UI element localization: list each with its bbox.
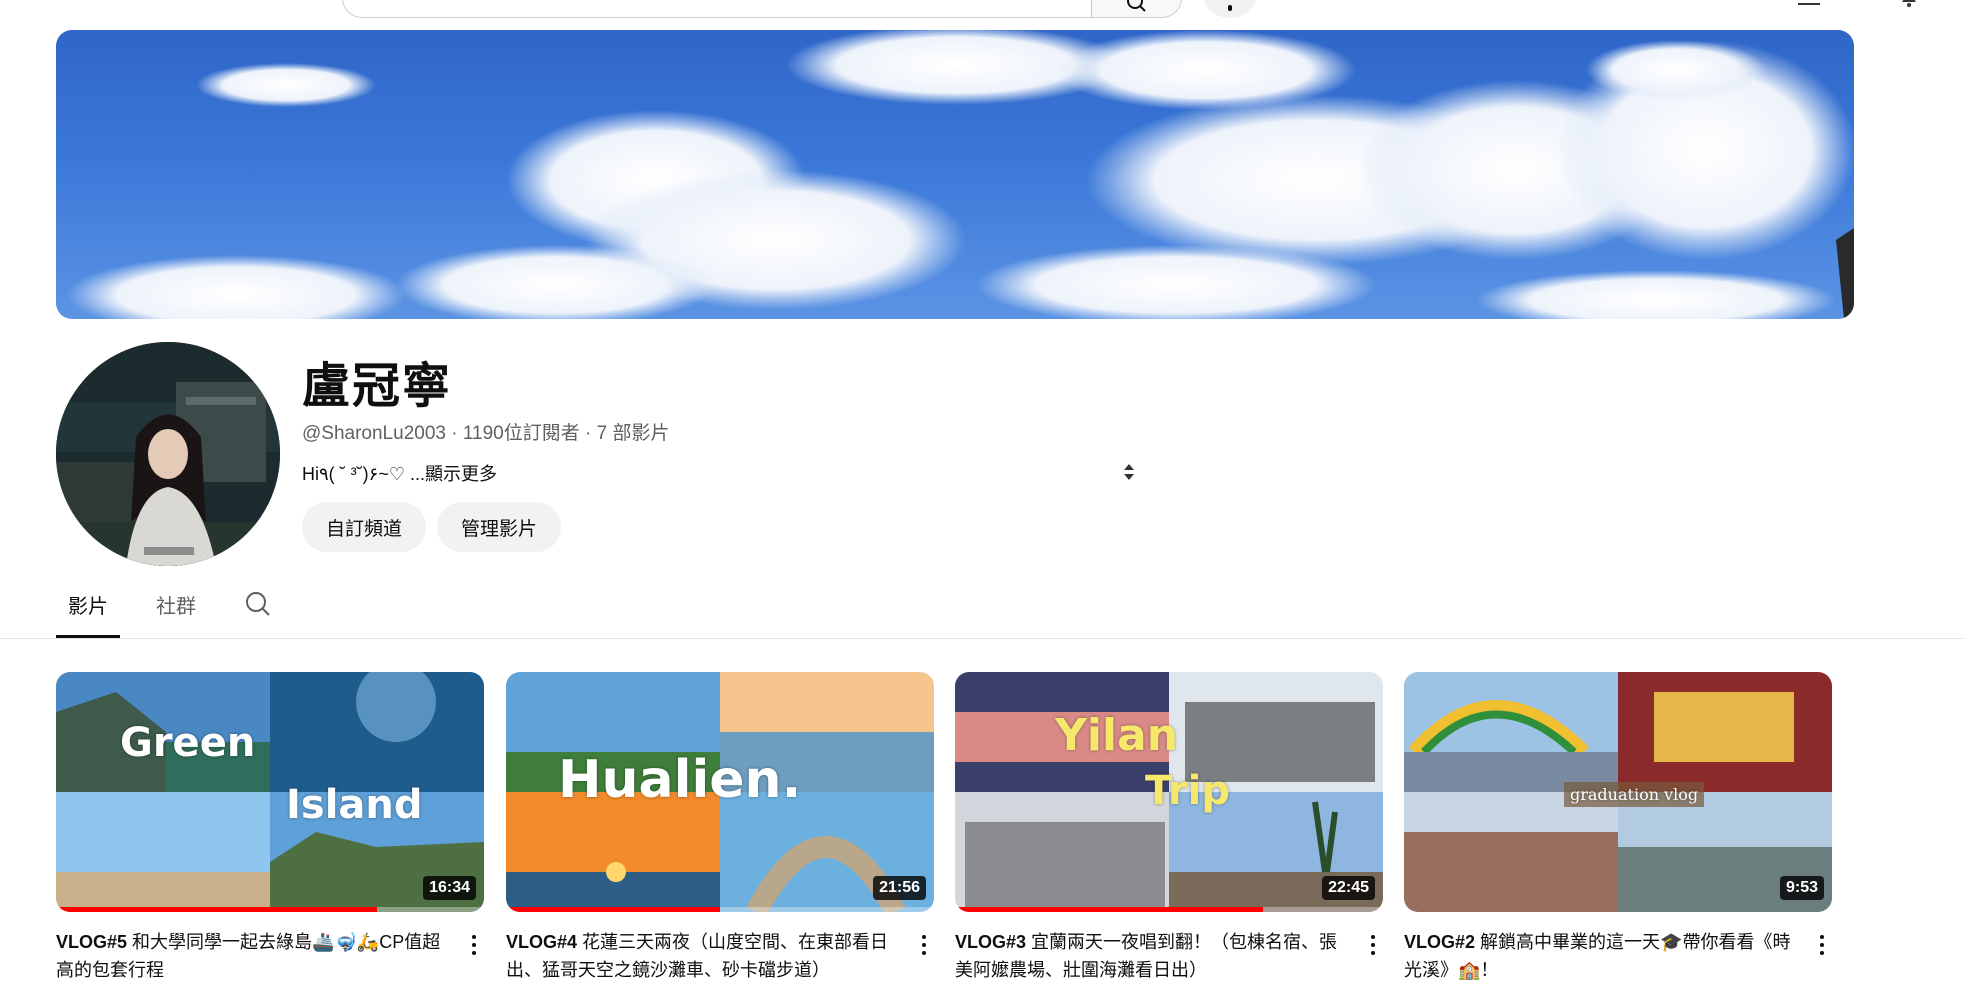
create-icon[interactable] xyxy=(1796,0,1822,8)
video-title[interactable]: VLOG#5 和大學同學一起去綠島🚢🤿🛵CP值超高的包套行程 xyxy=(56,928,456,984)
video-title[interactable]: VLOG#2 解鎖高中畢業的這一天🎓帶你看看《時光溪》🏫！ xyxy=(1404,928,1804,984)
voice-search-button[interactable] xyxy=(1204,0,1256,18)
channel-meta: @SharonLu2003 · 1190位訂閱者 · 7 部影片 xyxy=(302,418,669,445)
video-title[interactable]: VLOG#3 宜蘭兩天一夜唱到翻！（包棟名宿、張美阿嬤農場、壯圍海灘看日出） xyxy=(955,928,1355,984)
manage-videos-button[interactable]: 管理影片 xyxy=(437,502,561,552)
tabs-divider xyxy=(0,638,1964,639)
description-text: Hi٩( ˘ ³˘)۶~♡ xyxy=(302,464,410,484)
video-duration: 16:34 xyxy=(423,876,476,900)
video-thumbnail[interactable]: Hualien. 21:56 xyxy=(506,672,934,912)
video-tag: VLOG#4 xyxy=(506,932,578,952)
channel-tabs: 影片 社群 xyxy=(56,578,292,638)
thumbnail-overlay-text: Island xyxy=(286,782,423,828)
mic-icon xyxy=(1228,5,1232,11)
sort-icon[interactable] xyxy=(1122,462,1136,482)
watch-progress-bar xyxy=(56,907,377,912)
tab-videos[interactable]: 影片 xyxy=(56,578,120,638)
more-vert-icon[interactable] xyxy=(912,930,936,960)
notifications-icon[interactable] xyxy=(1896,0,1922,8)
meta-separator: · xyxy=(579,423,597,444)
search-button[interactable] xyxy=(1091,0,1181,17)
channel-handle: @SharonLu2003 xyxy=(302,423,446,444)
video-tag: VLOG#2 xyxy=(1404,932,1476,952)
search-box[interactable] xyxy=(342,0,1182,18)
watch-progress-bar xyxy=(955,907,1264,912)
video-count: 7 部影片 xyxy=(596,423,670,444)
thumbnail-overlay-text: Green xyxy=(120,720,256,766)
video-thumbnail[interactable]: Green Island 16:34 xyxy=(56,672,484,912)
channel-name: 盧冠寧 xyxy=(302,358,453,414)
thumbnail-overlay-text: Trip xyxy=(1145,768,1230,814)
more-vert-icon[interactable] xyxy=(1810,930,1834,960)
tab-community[interactable]: 社群 xyxy=(144,578,208,638)
video-card[interactable]: Yilan Trip 22:45 VLOG#3 宜蘭兩天一夜唱到翻！（包棟名宿、… xyxy=(955,672,1385,984)
show-more-link[interactable]: ...顯示更多 xyxy=(410,464,497,484)
channel-banner xyxy=(56,30,1854,319)
video-duration: 9:53 xyxy=(1779,876,1824,900)
meta-separator: · xyxy=(445,423,463,444)
tab-search-icon xyxy=(246,592,270,616)
video-title[interactable]: VLOG#4 花蓮三天兩夜（山度空間、在東部看日出、猛哥天空之鏡沙灘車、砂卡礑步… xyxy=(506,928,906,984)
video-tag: VLOG#5 xyxy=(56,932,128,952)
avatar-photo xyxy=(56,342,280,566)
channel-description[interactable]: Hi٩( ˘ ³˘)۶~♡ ...顯示更多 xyxy=(302,460,497,486)
video-tag: VLOG#3 xyxy=(955,932,1027,952)
video-duration: 22:45 xyxy=(1322,876,1375,900)
thumbnail-overlay-text: graduation vlog xyxy=(1564,782,1705,807)
search-icon xyxy=(1126,0,1146,12)
video-duration: 21:56 xyxy=(873,876,926,900)
video-card[interactable]: Hualien. 21:56 VLOG#4 花蓮三天兩夜（山度空間、在東部看日出… xyxy=(506,672,936,984)
subscriber-count: 1190位訂閱者 xyxy=(462,423,580,444)
tab-search-button[interactable] xyxy=(232,578,270,638)
sky-clouds-image xyxy=(66,30,1854,319)
channel-page: 盧冠寧 @SharonLu2003 · 1190位訂閱者 · 7 部影片 Hi٩… xyxy=(0,0,1964,996)
more-vert-icon[interactable] xyxy=(462,930,486,960)
customize-channel-button[interactable]: 自訂頻道 xyxy=(302,502,426,552)
video-card[interactable]: graduation vlog 9:53 VLOG#2 解鎖高中畢業的這一天🎓帶… xyxy=(1404,672,1834,984)
thumbnail-overlay-text: Hualien. xyxy=(558,750,802,810)
more-vert-icon[interactable] xyxy=(1361,930,1385,960)
video-thumbnail[interactable]: Yilan Trip 22:45 xyxy=(955,672,1383,912)
channel-avatar[interactable] xyxy=(56,342,280,566)
video-card[interactable]: Green Island 16:34 VLOG#5 和大學同學一起去綠島🚢🤿🛵C… xyxy=(56,672,486,984)
thumbnail-overlay-text: Yilan xyxy=(1055,710,1179,761)
watch-progress-bar xyxy=(506,907,720,912)
video-thumbnail[interactable]: graduation vlog 9:53 xyxy=(1404,672,1832,912)
